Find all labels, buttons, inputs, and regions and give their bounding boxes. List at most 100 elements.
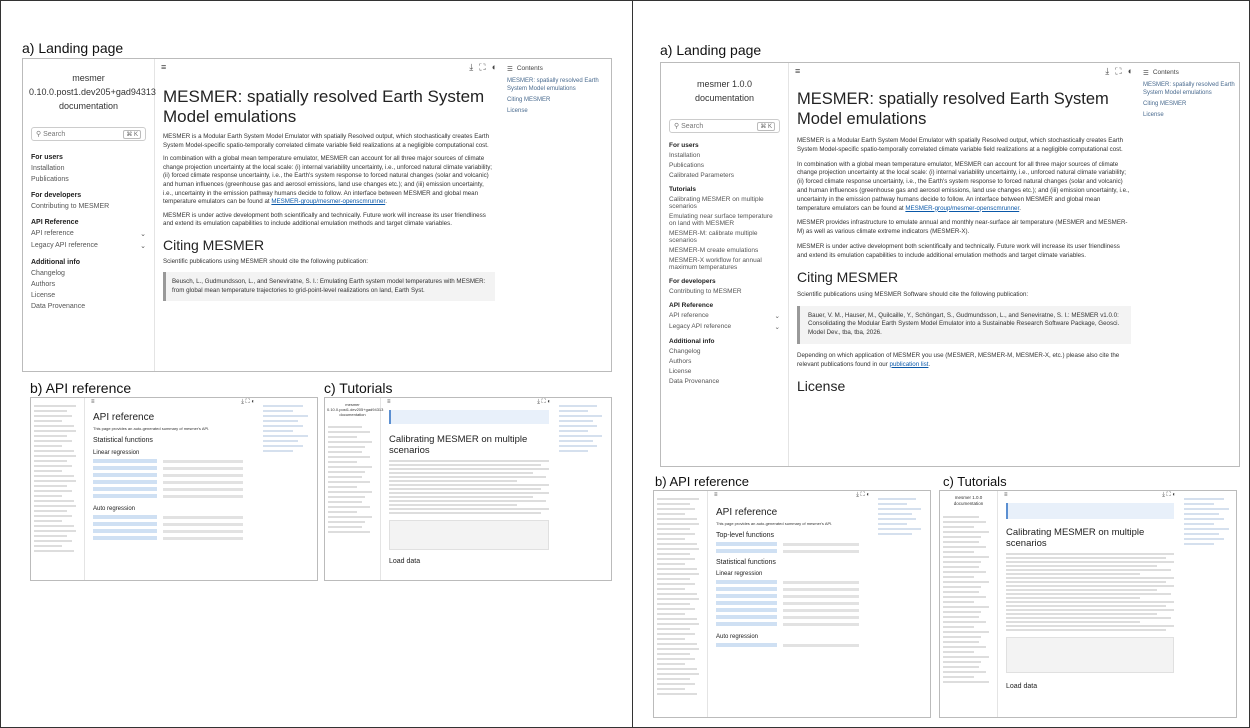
menu-icon[interactable]: ≡ [1004,492,1008,498]
menu-icon[interactable]: ≡ [161,62,166,72]
sidebar-item-api-reference[interactable]: API reference ⌄ [31,230,146,238]
api-function-name[interactable] [93,459,157,463]
sidebar-item-license[interactable]: License [669,368,780,375]
sidebar-item-mesmer-m-calibrate-multiple-scenarios[interactable]: MESMER-M: calibrate multiple scenarios [669,230,780,244]
menu-icon[interactable]: ≡ [387,399,391,405]
body-line [1006,625,1174,627]
toc-item-mesmer-spatially-resolved-earth-system-model-emulations[interactable]: MESMER: spatially resolved Earth System … [1143,81,1237,97]
api-function-name[interactable] [716,608,777,612]
sidebar-item-data-provenance[interactable]: Data Provenance [31,303,146,310]
menu-icon[interactable]: ≡ [795,66,800,76]
api-function-name[interactable] [716,594,777,598]
menu-icon[interactable]: ≡ [91,399,95,405]
api-function-name[interactable] [716,549,777,553]
chevron-down-icon[interactable]: ⌄ [775,323,780,331]
api-table-row[interactable] [716,608,868,612]
sidebar-item-legacy-api-reference[interactable]: Legacy API reference ⌄ [31,242,146,250]
api-function-name[interactable] [93,522,157,526]
api-function-name[interactable] [716,580,777,584]
search-input[interactable]: ⚲ Search ⌘ K [31,127,146,141]
sidebar-item-emulating-near-surface-temperature-on-land-with-mesmer[interactable]: Emulating near surface temperature on la… [669,213,780,227]
toc-item-license[interactable]: License [507,107,609,115]
sidebar-item-mesmer-m-create-emulations[interactable]: MESMER-M create emulations [669,247,780,254]
api-function-name[interactable] [93,536,157,540]
sidebar-item-authors[interactable]: Authors [31,281,146,288]
api-function-name[interactable] [716,542,777,546]
openscmrunner-link[interactable]: MESMER-group/mesmer-openscmrunner [905,205,1019,212]
api-table-row[interactable] [93,529,253,533]
toc-item-mesmer-spatially-resolved-earth-system-model-emulations[interactable]: MESMER: spatially resolved Earth System … [507,77,609,93]
sidebar-item-mesmer-x-workflow-for-annual-maximum-temperatures[interactable]: MESMER-X workflow for annual maximum tem… [669,257,780,271]
tut-project-title[interactable]: mesmer 1.0.0 documentation [940,491,997,511]
chevron-down-icon[interactable]: ⌄ [140,230,146,238]
sidebar-item-installation[interactable]: Installation [669,152,780,159]
sidebar-item-data-provenance[interactable]: Data Provenance [669,378,780,385]
api-table-row[interactable] [716,601,868,605]
toc-line [878,528,922,530]
api-function-name[interactable] [716,601,777,605]
api-section-linear: Linear regression [93,450,140,456]
api-function-name[interactable] [716,587,777,591]
sidebar-item-api-reference[interactable]: API reference ⌄ [669,312,780,320]
api-function-name[interactable] [93,466,157,470]
chevron-down-icon[interactable]: ⌄ [775,312,780,320]
sidebar-item-label: Changelog [669,348,701,355]
api-table-row[interactable] [93,480,253,484]
api-table-row[interactable] [93,494,253,498]
api-table-row[interactable] [93,466,253,470]
api-table-row[interactable] [93,522,253,526]
sidebar-item-changelog[interactable]: Changelog [31,270,146,277]
toc-item-license[interactable]: License [1143,111,1237,119]
toc-item-citing-mesmer[interactable]: Citing MESMER [507,96,609,104]
sidebar-item-contributing-to-mesmer[interactable]: Contributing to MESMER [31,203,146,210]
openscmrunner-link[interactable]: MESMER-group/mesmer-openscmrunner [271,198,385,205]
fullscreen-icon[interactable]: ⛶ [479,62,485,73]
api-function-name[interactable] [716,643,777,647]
sidebar-item-publications[interactable]: Publications [31,176,146,183]
api-function-name[interactable] [93,487,157,491]
api-table-row[interactable] [716,580,868,584]
sidebar-item-calibrated-parameters[interactable]: Calibrated Parameters [669,172,780,179]
api-function-name[interactable] [93,480,157,484]
theme-icon[interactable]: ◐ [1128,66,1133,77]
api-table-row[interactable] [93,487,253,491]
api-function-name[interactable] [93,473,157,477]
sidebar-item-installation[interactable]: Installation [31,165,146,172]
api-table-row[interactable] [93,473,253,477]
api-table-row[interactable] [716,622,868,626]
api-function-name[interactable] [93,529,157,533]
api-table-row[interactable] [93,536,253,540]
sidebar-item-changelog[interactable]: Changelog [669,348,780,355]
publication-list-link[interactable]: publication list [890,361,929,368]
api-table-row[interactable] [716,587,868,591]
sidebar-item-contributing-to-mesmer[interactable]: Contributing to MESMER [669,288,780,295]
api-function-name[interactable] [716,622,777,626]
sidebar-item-authors[interactable]: Authors [669,358,780,365]
api-table-row[interactable] [716,643,868,647]
tut-project-title[interactable]: mesmer 0.10.0.post1.dev205+gad94313 docu… [325,398,383,421]
toc-line [1184,513,1219,515]
project-title[interactable]: mesmer 1.0.0 documentation [661,63,788,105]
api-table-row[interactable] [716,594,868,598]
chevron-down-icon[interactable]: ⌄ [140,242,146,250]
sidebar-item-publications[interactable]: Publications [669,162,780,169]
api-function-name[interactable] [93,515,157,519]
api-table-row[interactable] [93,459,253,463]
search-input[interactable]: ⚲ Search ⌘ K [669,119,780,133]
menu-icon[interactable]: ≡ [714,492,718,498]
sidebar-item-calibrating-mesmer-on-multiple-scenarios[interactable]: Calibrating MESMER on multiple scenarios [669,196,780,210]
download-icon[interactable]: ⤓ [469,62,473,73]
api-table-row[interactable] [716,542,868,546]
api-table-row[interactable] [716,549,868,553]
theme-icon[interactable]: ◐ [492,62,497,73]
sidebar-item-legacy-api-reference[interactable]: Legacy API reference ⌄ [669,323,780,331]
toc-item-citing-mesmer[interactable]: Citing MESMER [1143,100,1237,108]
sidebar-item-license[interactable]: License [31,292,146,299]
api-table-row[interactable] [93,515,253,519]
fullscreen-icon[interactable]: ⛶ [1115,66,1121,77]
download-icon[interactable]: ⤓ [1105,66,1109,77]
api-table-row[interactable] [716,615,868,619]
api-function-name[interactable] [93,494,157,498]
api-function-name[interactable] [716,615,777,619]
project-title[interactable]: mesmer 0.10.0.post1.dev205+gad94313 docu… [23,59,156,113]
